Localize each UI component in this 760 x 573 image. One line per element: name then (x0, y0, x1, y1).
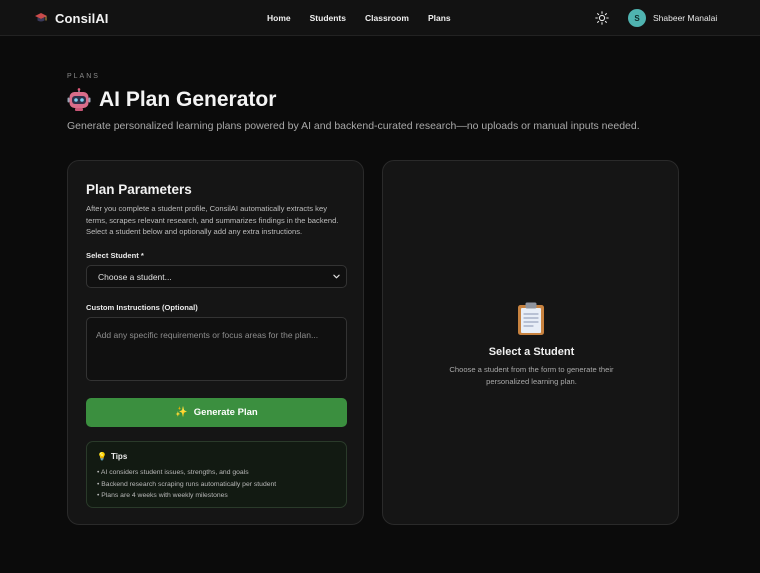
plan-parameters-card: Plan Parameters After you complete a stu… (67, 160, 364, 525)
instructions-textarea[interactable]: Add any specific requirements or focus a… (86, 317, 347, 381)
clipboard-icon (518, 302, 544, 335)
page-subtitle: Generate personalized learning plans pow… (67, 120, 640, 132)
nav-classroom[interactable]: Classroom (365, 13, 409, 23)
avatar: S (628, 9, 646, 27)
tip-item: • AI considers student issues, strengths… (97, 469, 249, 476)
tips-box: 💡 Tips • AI considers student issues, st… (86, 441, 347, 508)
brand-name: ConsilAI (55, 10, 109, 26)
robot-icon (67, 88, 91, 111)
card-description: After you complete a student profile, Co… (86, 204, 339, 236)
instructions-label: Custom Instructions (Optional) (86, 303, 198, 312)
student-select[interactable]: Choose a student... (86, 265, 347, 288)
page-title: AI Plan Generator (99, 88, 277, 111)
sparkles-icon: ✨ (175, 407, 188, 418)
graduation-cap-icon (35, 13, 47, 22)
card-title: Plan Parameters (86, 182, 192, 197)
generate-plan-label: Generate Plan (193, 407, 258, 418)
lightbulb-icon: 💡 (97, 452, 107, 461)
tips-list: • AI considers student issues, strengths… (97, 467, 276, 502)
tips-title: Tips (110, 452, 128, 461)
tips-header: 💡 Tips (97, 452, 127, 461)
instructions-placeholder: Add any specific requirements or focus a… (96, 330, 319, 340)
user-menu[interactable]: S Shabeer Manalai (628, 9, 717, 27)
student-select-value: Choose a student... (98, 271, 172, 282)
chevron-down-icon (333, 274, 340, 279)
nav-home[interactable]: Home (267, 13, 291, 23)
empty-state-description: Choose a student from the form to genera… (449, 365, 614, 386)
brand[interactable]: ConsilAI (34, 0, 109, 36)
plan-preview-card: Select a Student Choose a student from t… (382, 160, 679, 525)
page-eyebrow: PLANS (67, 73, 100, 80)
student-select-label: Select Student * (86, 251, 144, 260)
page-title-row: AI Plan Generator (67, 88, 276, 112)
tip-item: • Plans are 4 weeks with weekly mileston… (97, 492, 228, 499)
top-navbar: ConsilAI Home Students Classroom Plans S… (0, 0, 760, 36)
nav-plans[interactable]: Plans (428, 13, 451, 23)
user-name: Shabeer Manalai (653, 13, 718, 23)
tip-item: • Backend research scraping runs automat… (97, 480, 277, 488)
generate-plan-button[interactable]: ✨ Generate Plan (86, 398, 347, 427)
empty-state-title: Select a Student (488, 346, 575, 358)
sun-icon[interactable] (595, 11, 609, 25)
nav-links: Home Students Classroom Plans (267, 0, 470, 36)
nav-students[interactable]: Students (310, 13, 346, 23)
